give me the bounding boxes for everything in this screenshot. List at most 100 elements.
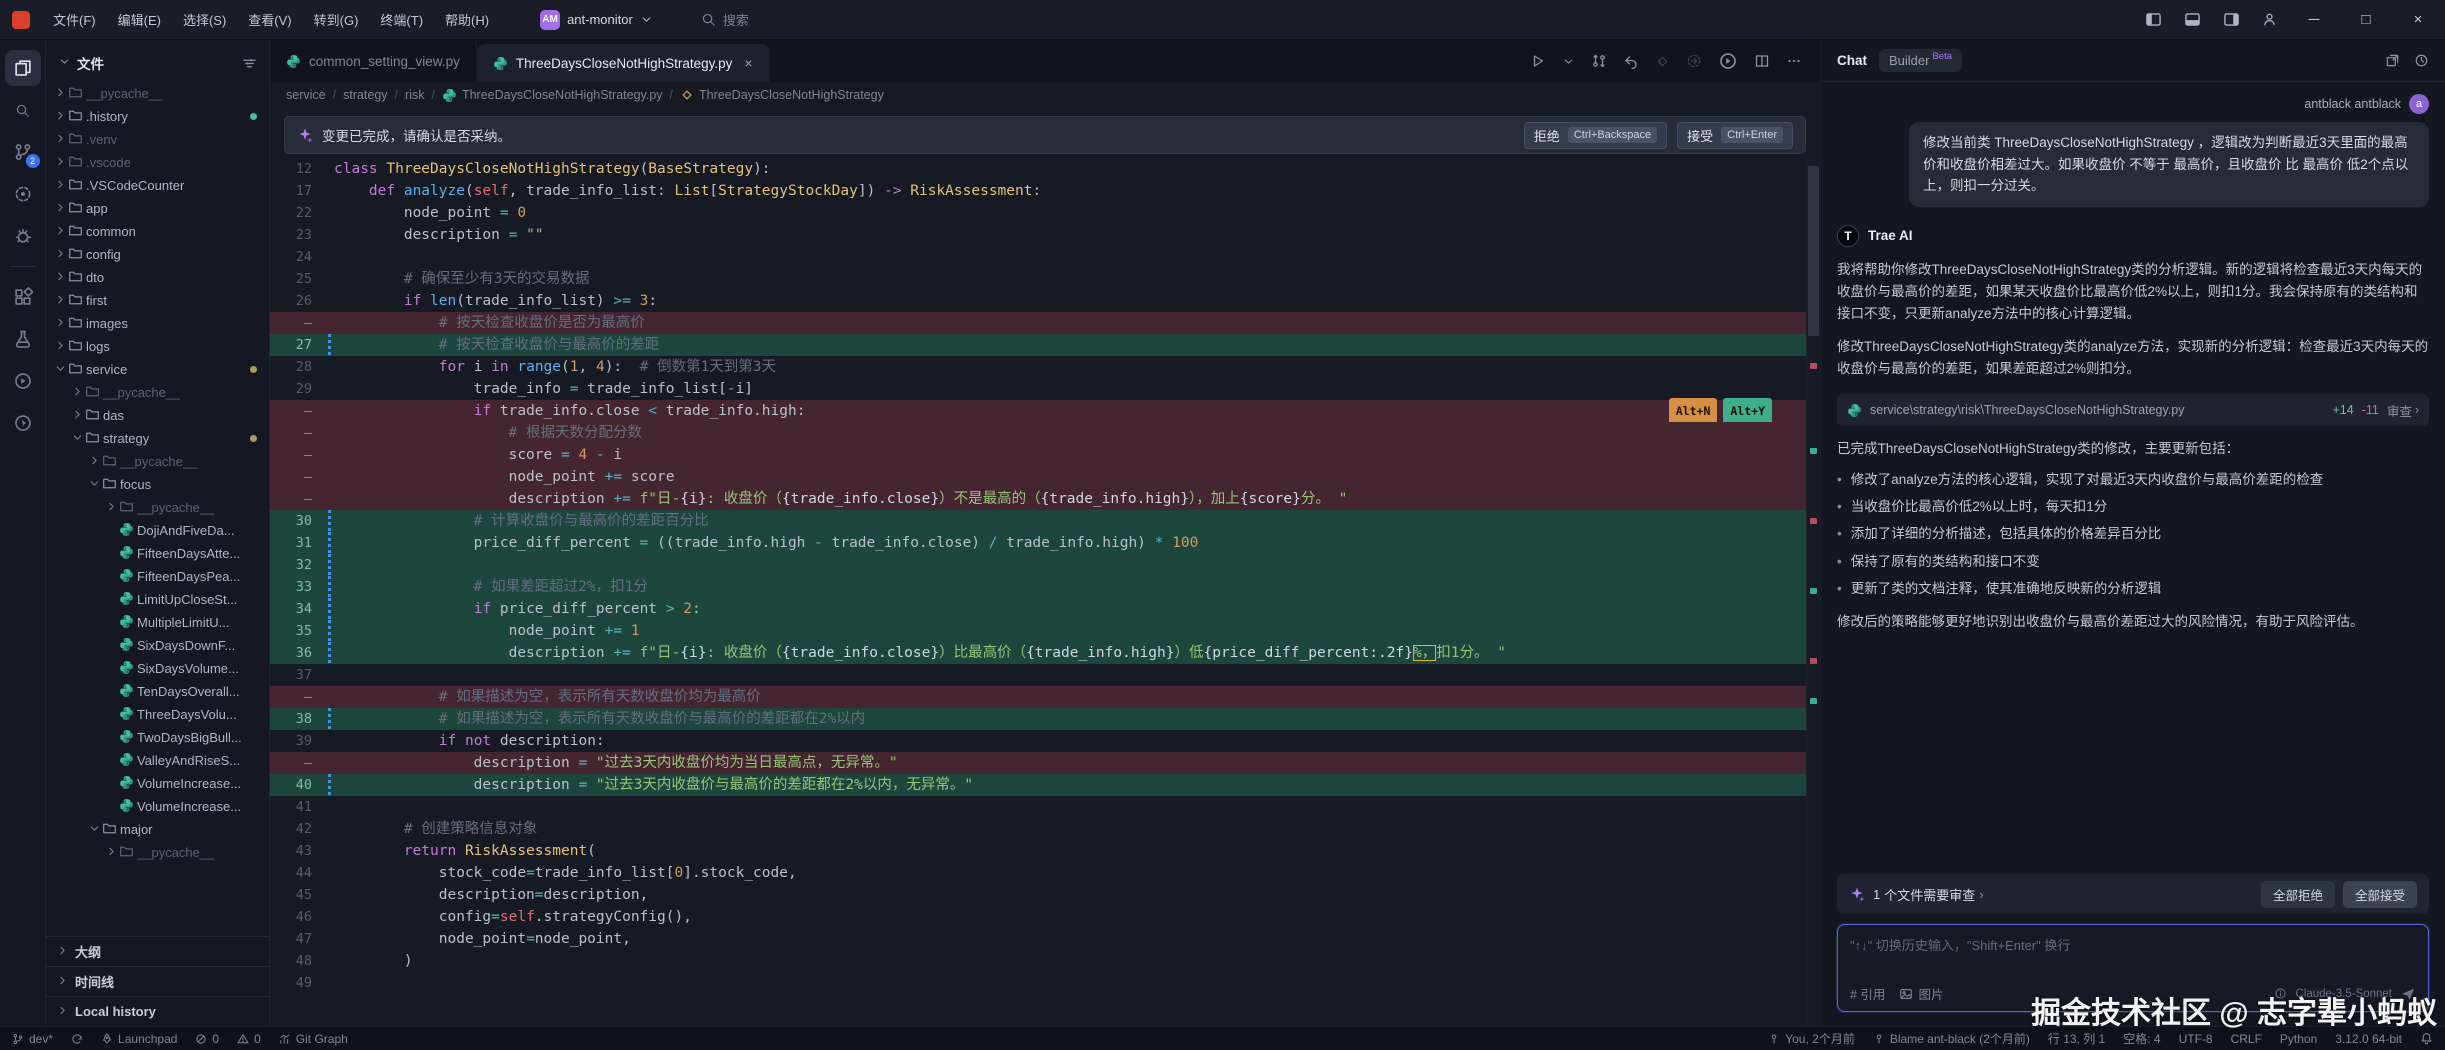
status-item-Blame ant-black (2个月前)[interactable]: Blame ant-black (2个月前) (1873, 1030, 2030, 1047)
tree-folder-common[interactable]: common (46, 220, 269, 243)
code-line[interactable]: 32 (270, 554, 1806, 576)
tree-file-SixDaysDownF...[interactable]: SixDaysDownF... (46, 634, 269, 657)
code-editor[interactable]: 12 class ThreeDaysCloseNotHighStrategy(Ba… (270, 158, 1806, 1026)
status-item-You, 2个月前[interactable]: You, 2个月前 (1768, 1030, 1855, 1047)
status-item-bell[interactable] (2420, 1032, 2433, 1045)
code-line[interactable]: – description = "过去3天内收盘价均为当日最高点，无异常。" (270, 752, 1806, 774)
run-button[interactable] (1530, 53, 1546, 69)
status-item-0[interactable]: 0 (237, 1032, 261, 1046)
tree-file-SixDaysVolume...[interactable]: SixDaysVolume... (46, 657, 269, 680)
review-link[interactable]: 审查 › (2387, 401, 2419, 420)
code-line[interactable]: 17 def analyze(self, trade_info_list: Li… (270, 180, 1806, 202)
more-actions-icon[interactable] (1786, 53, 1802, 69)
status-item-行 13, 列 1[interactable]: 行 13, 列 1 (2048, 1030, 2105, 1047)
code-line[interactable]: 36 description += f"日-{i}: 收盘价（{trade_in… (270, 642, 1806, 664)
code-line[interactable]: 34 if price_diff_percent > 2: (270, 598, 1806, 620)
menu-item-查看[interactable]: 查看(V) (239, 6, 300, 33)
tree-file-VolumeIncrease...[interactable]: VolumeIncrease... (46, 795, 269, 818)
code-line[interactable]: – # 按天检查收盘价是否为最高价 (270, 312, 1806, 334)
tree-file-FifteenDaysPea...[interactable]: FifteenDaysPea... (46, 565, 269, 588)
tree-folder-app[interactable]: app (46, 197, 269, 220)
diamond-icon[interactable] (1655, 54, 1670, 69)
breadcrumb-item[interactable]: ThreeDaysCloseNotHighStrategy.py (442, 88, 663, 103)
code-line[interactable]: 30 # 计算收盘价与最高价的差距百分比 (270, 510, 1806, 532)
global-search[interactable]: 搜索 (701, 10, 749, 29)
add-reference-button[interactable]: # 引用 (1850, 984, 1885, 1003)
code-line[interactable]: 28 for i in range(1, 4): # 倒数第1天到第3天 (270, 356, 1806, 378)
status-item-Launchpad[interactable]: Launchpad (101, 1032, 177, 1046)
breadcrumb-item[interactable]: strategy (343, 88, 387, 102)
status-item-Python[interactable]: Python (2280, 1032, 2317, 1046)
tree-folder-major[interactable]: major (46, 818, 269, 841)
menu-item-终端[interactable]: 终端(T) (371, 6, 432, 33)
tree-folder-first[interactable]: first (46, 289, 269, 312)
tree-file-TenDaysOverall...[interactable]: TenDaysOverall... (46, 680, 269, 703)
code-line[interactable]: 43 return RiskAssessment( (270, 840, 1806, 862)
code-line[interactable]: 47 node_point=node_point, (270, 928, 1806, 950)
menu-item-编辑[interactable]: 编辑(E) (109, 6, 170, 33)
activity-item-extensions[interactable] (5, 279, 41, 315)
code-line[interactable]: – # 根据天数分配分数 (270, 422, 1806, 444)
code-line[interactable]: 44 stock_code=trade_info_list[0].stock_c… (270, 862, 1806, 884)
tree-folder-dto[interactable]: dto (46, 266, 269, 289)
code-line[interactable]: 38 # 如果描述为空，表示所有天数收盘价与最高价的差距都在2%以内 (270, 708, 1806, 730)
filter-icon[interactable] (242, 56, 257, 71)
run-file-icon[interactable] (1718, 51, 1738, 71)
run-dropdown-icon[interactable] (1562, 55, 1575, 68)
shortcut-badge-Alt+N[interactable]: Alt+N (1668, 398, 1718, 424)
add-image-button[interactable]: 图片 (1899, 984, 1943, 1003)
activity-item-run-circle[interactable] (5, 363, 41, 399)
code-line[interactable]: 42 # 创建策略信息对象 (270, 818, 1806, 840)
code-line[interactable]: 27 # 按天检查收盘价与最高价的差距 (270, 334, 1806, 356)
shortcut-badge-Alt+Y[interactable]: Alt+Y (1723, 398, 1772, 424)
code-line[interactable]: 24 (270, 246, 1806, 268)
code-line[interactable]: 40 description = "过去3天内收盘价与最高价的差距都在2%以内，… (270, 774, 1806, 796)
menu-item-选择[interactable]: 选择(S) (174, 6, 235, 33)
status-item-0[interactable]: 0 (195, 1032, 219, 1046)
accept-all-button[interactable]: 全部接受 (2342, 880, 2417, 908)
code-line[interactable]: 26 if len(trade_info_list) >= 3: (270, 290, 1806, 312)
tree-file-VolumeIncrease...[interactable]: VolumeIncrease... (46, 772, 269, 795)
tree-folder-images[interactable]: images (46, 312, 269, 335)
breadcrumb-item[interactable]: risk (405, 88, 424, 102)
toggle-right-panel-icon[interactable] (2223, 11, 2240, 28)
tree-folder-__pycache__[interactable]: __pycache__ (46, 82, 269, 105)
activity-item-debug[interactable] (5, 218, 41, 254)
code-line[interactable]: 31 price_diff_percent = ((trade_info.hig… (270, 532, 1806, 554)
reject-changes-button[interactable]: 拒绝 Ctrl+Backspace (1523, 121, 1668, 149)
project-switcher[interactable]: AM ant-monitor (532, 7, 661, 33)
tree-folder-__pycache__[interactable]: __pycache__ (46, 496, 269, 519)
code-line[interactable]: 48 ) (270, 950, 1806, 972)
tree-folder-__pycache__[interactable]: __pycache__ (46, 450, 269, 473)
tree-file-DojiAndFiveDa...[interactable]: DojiAndFiveDa... (46, 519, 269, 542)
menu-item-转到[interactable]: 转到(G) (305, 6, 368, 33)
scrollbar-thumb[interactable] (1808, 166, 1819, 336)
code-line[interactable]: 41 (270, 796, 1806, 818)
code-line[interactable]: – if trade_info.close < trade_info.high:… (270, 398, 1806, 424)
editor-scrollbar[interactable] (1806, 158, 1820, 1026)
code-line[interactable]: 33 # 如果差距超过2%，扣1分 (270, 576, 1806, 598)
split-editor-icon[interactable] (1754, 53, 1770, 69)
tree-folder-__pycache__[interactable]: __pycache__ (46, 841, 269, 864)
sidebar-section-时间线[interactable]: 时间线 (46, 966, 269, 996)
tree-folder-.venv[interactable]: .venv (46, 128, 269, 151)
reject-all-button[interactable]: 全部拒绝 (2260, 880, 2335, 908)
code-line[interactable]: 37 (270, 664, 1806, 686)
tree-folder-strategy[interactable]: strategy (46, 427, 269, 450)
status-item-空格: 4[interactable]: 空格: 4 (2123, 1030, 2160, 1047)
code-line[interactable]: 49 (270, 972, 1806, 994)
tree-folder-__pycache__[interactable]: __pycache__ (46, 381, 269, 404)
status-item-3.12.0 64-bit[interactable]: 3.12.0 64-bit (2335, 1032, 2402, 1046)
code-line[interactable]: 39 if not description: (270, 730, 1806, 752)
editor-tab-common_setting_view.py[interactable]: common_setting_view.py (270, 40, 477, 82)
sidebar-section-大纲[interactable]: 大纲 (46, 936, 269, 966)
close-button[interactable]: × (2403, 11, 2433, 28)
tab-chat[interactable]: Chat (1837, 53, 1867, 68)
accept-changes-button[interactable]: 接受 Ctrl+Enter (1677, 121, 1793, 149)
code-line[interactable]: – score = 4 - i (270, 444, 1806, 466)
code-line[interactable]: 23 description = "" (270, 224, 1806, 246)
status-item-dev*[interactable]: dev* (12, 1032, 53, 1046)
code-line[interactable]: – # 如果描述为空，表示所有天数收盘价均为最高价 (270, 686, 1806, 708)
breadcrumb-item[interactable]: service (286, 88, 326, 102)
code-line[interactable]: 22 node_point = 0 (270, 202, 1806, 224)
